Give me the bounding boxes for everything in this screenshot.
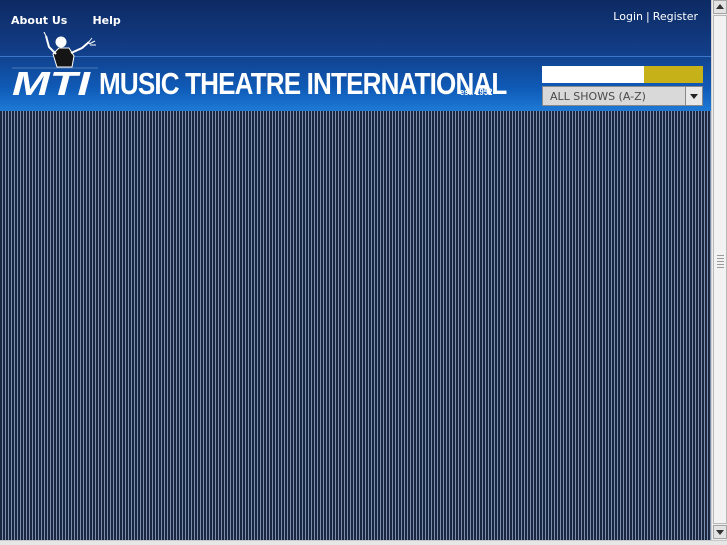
about-us-link[interactable]: About Us xyxy=(11,14,67,27)
account-links: Login | Register xyxy=(613,10,698,23)
chevron-down-icon[interactable] xyxy=(685,87,702,105)
logo-text: MTI xyxy=(12,65,91,100)
shows-dropdown[interactable]: ALL SHOWS (A-Z) xyxy=(542,86,703,106)
arrow-up-icon[interactable] xyxy=(713,0,727,14)
vertical-scrollbar[interactable] xyxy=(711,0,727,540)
horizontal-scrollbar[interactable] xyxy=(0,540,727,545)
site-header: About Us Help Login | Register MTI MUSIC T… xyxy=(0,0,711,111)
established-date: est. 1952 xyxy=(460,87,493,97)
top-nav: About Us Help xyxy=(11,9,141,28)
main-content xyxy=(0,111,711,540)
register-link[interactable]: Register xyxy=(653,10,698,23)
site-name[interactable]: MUSIC THEATRE INTERNATIONAL xyxy=(99,66,507,102)
search-input[interactable] xyxy=(542,66,644,83)
login-link[interactable]: Login xyxy=(613,10,643,23)
grip-icon xyxy=(717,255,724,269)
shows-dropdown-value: ALL SHOWS (A-Z) xyxy=(550,90,646,103)
scrollbar-thumb[interactable] xyxy=(713,15,727,524)
help-link[interactable]: Help xyxy=(92,14,120,27)
arrow-down-icon[interactable] xyxy=(713,525,727,539)
account-separator: | xyxy=(645,10,650,23)
search-bar xyxy=(542,66,703,83)
header-divider xyxy=(0,56,711,57)
conductor-logo-icon[interactable]: MTI xyxy=(12,32,98,100)
search-button[interactable] xyxy=(644,66,703,83)
